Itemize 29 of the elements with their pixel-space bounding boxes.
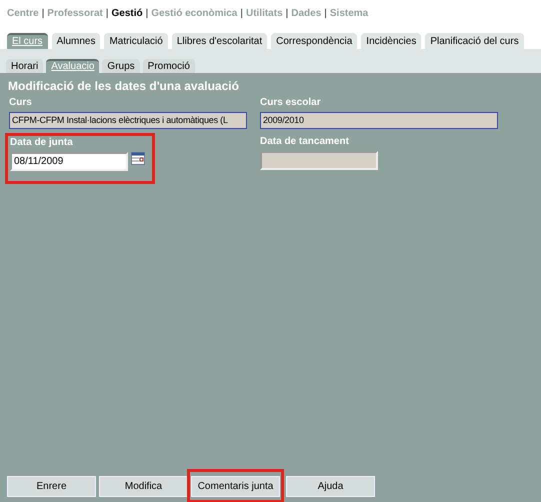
menu-separator: | — [146, 8, 148, 18]
tab[interactable]: Grups — [102, 59, 140, 73]
menu-separator: | — [42, 8, 44, 18]
tab[interactable]: Correspondència — [271, 33, 358, 49]
button[interactable]: Comentaris junta — [191, 476, 280, 497]
button[interactable]: Enrere — [7, 476, 96, 497]
field-label: Data de junta — [10, 137, 74, 148]
tab[interactable]: Promoció — [142, 59, 195, 73]
calendar-icon[interactable] — [131, 152, 145, 165]
field-label: Curs escolar — [260, 97, 322, 108]
input-field: CFPM-CFPM Instal·lacions elèctriques i automàtiques (L — [9, 112, 247, 129]
button[interactable]: Modifica — [99, 476, 188, 497]
tab[interactable]: Horari — [6, 59, 44, 73]
menu-separator: | — [286, 8, 288, 18]
menu-separator: | — [106, 8, 108, 18]
tab[interactable]: Incidències — [361, 33, 422, 49]
menu-separator: | — [324, 8, 327, 18]
input-field: 2009/2010 — [260, 112, 498, 129]
menu-link[interactable]: Gestió — [111, 8, 143, 18]
menu-separator: | — [240, 8, 243, 18]
field-label: Curs — [9, 97, 33, 108]
form-title: Modificació de les dates d'una avaluació — [7, 79, 240, 93]
button[interactable]: Ajuda — [286, 476, 375, 497]
tab[interactable]: Planificació del curs — [425, 33, 524, 49]
input-field[interactable]: 08/11/2009 — [10, 152, 128, 171]
field-label: Data de tancament — [260, 136, 350, 147]
tab[interactable]: Matriculació — [104, 33, 168, 49]
tab[interactable]: Alumnes — [52, 33, 100, 49]
tab[interactable]: Llibres d'escolaritat — [172, 33, 268, 49]
